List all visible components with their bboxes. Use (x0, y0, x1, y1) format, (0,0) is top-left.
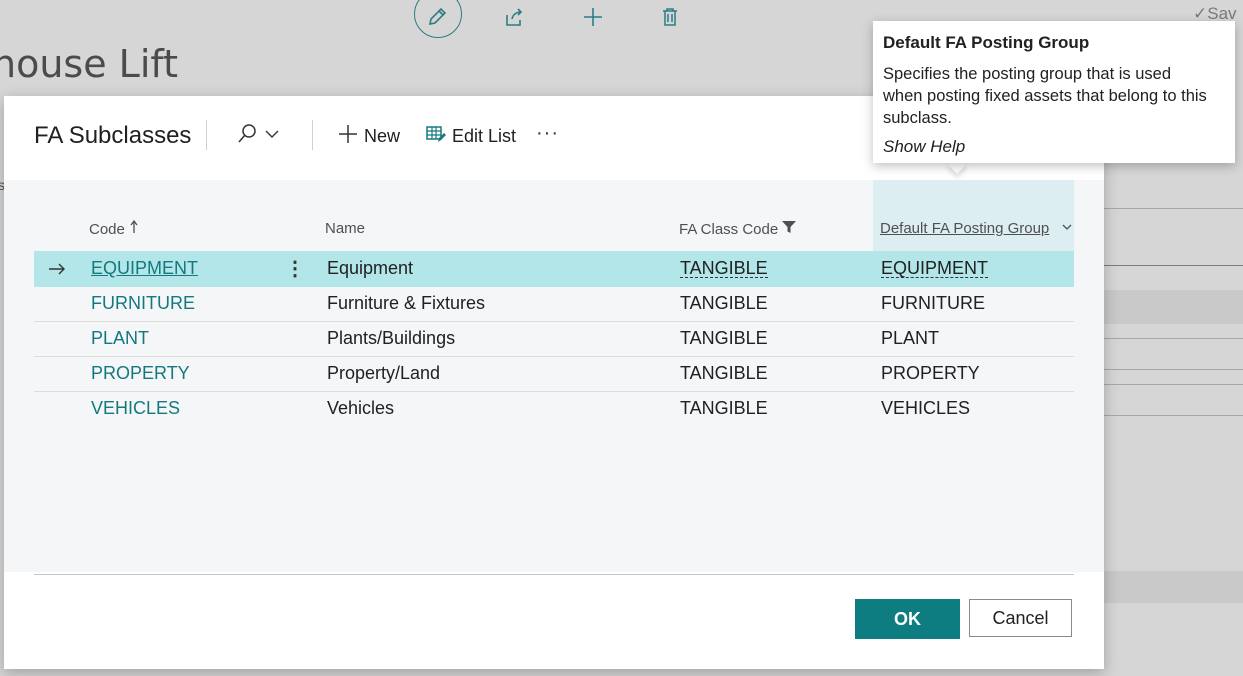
table-row[interactable]: PROPERTY Property/Land TANGIBLE PROPERTY (34, 356, 1074, 392)
search-button[interactable] (236, 123, 280, 150)
background-divider (1104, 338, 1243, 339)
background-divider (1104, 208, 1243, 209)
column-header-name[interactable]: Name (325, 220, 365, 237)
ok-button[interactable]: OK (855, 599, 960, 639)
fa-class-code-cell: TANGIBLE (680, 293, 768, 313)
background-band (1104, 290, 1243, 324)
column-header-fa-class-code[interactable]: FA Class Code (679, 220, 797, 238)
posting-group-cell: VEHICLES (881, 398, 971, 418)
dialog-title: FA Subclasses (34, 122, 192, 149)
cancel-button[interactable]: Cancel (969, 599, 1072, 637)
edit-icon[interactable] (420, 0, 454, 34)
divider (206, 120, 207, 150)
background-divider (1104, 384, 1243, 385)
fa-subclasses-dialog: FA Subclasses New Edit List ··· Code Nam… (4, 96, 1104, 669)
posting-group-cell[interactable]: EQUIPMENT (881, 259, 989, 278)
background-divider (1104, 265, 1243, 266)
sort-ascending-icon (129, 219, 139, 238)
table-row[interactable]: FURNITURE Furniture & Fixtures TANGIBLE … (34, 286, 1074, 322)
name-cell: Property/Land (327, 363, 441, 383)
posting-group-cell: FURNITURE (881, 293, 985, 313)
share-icon[interactable] (497, 0, 531, 34)
background-divider (1104, 369, 1243, 370)
table-row[interactable]: PLANT Plants/Buildings TANGIBLE PLANT (34, 321, 1074, 357)
background-page-title: house Lift (0, 42, 179, 86)
code-link[interactable]: PROPERTY (91, 363, 190, 384)
fa-class-code-cell[interactable]: TANGIBLE (680, 259, 768, 278)
chevron-down-icon (264, 126, 280, 147)
edit-list-icon (426, 124, 446, 149)
code-link[interactable]: FURNITURE (91, 293, 195, 314)
name-cell: Plants/Buildings (327, 328, 456, 348)
posting-group-cell: PROPERTY (881, 363, 980, 383)
background-divider (1104, 415, 1243, 416)
search-icon (236, 123, 258, 150)
column-header-default-fa-posting-group[interactable]: Default FA Posting Group (880, 220, 1073, 237)
tooltip-body: Specifies the posting group that is used… (883, 65, 1207, 127)
arrow-right-icon (48, 251, 66, 286)
column-header-code[interactable]: Code (89, 219, 139, 238)
edit-list-button[interactable]: Edit List (426, 124, 516, 148)
name-cell: Furniture & Fixtures (327, 293, 486, 313)
fa-class-code-cell: TANGIBLE (680, 328, 768, 348)
posting-group-cell: PLANT (881, 328, 940, 348)
new-button[interactable]: New (338, 124, 400, 148)
tooltip-title: Default FA Posting Group (883, 33, 1090, 52)
filter-icon (782, 220, 797, 238)
plus-icon (338, 124, 358, 149)
name-cell: Vehicles (327, 398, 395, 418)
code-link[interactable]: PLANT (91, 328, 149, 349)
plus-icon[interactable] (576, 0, 610, 34)
more-options-button[interactable]: ··· (536, 122, 559, 145)
fa-class-code-cell: TANGIBLE (680, 398, 768, 418)
chevron-down-icon[interactable] (1061, 220, 1073, 237)
divider (312, 120, 313, 150)
code-link[interactable]: EQUIPMENT (91, 258, 198, 279)
show-help-link[interactable]: Show Help (883, 137, 965, 157)
new-label: New (364, 125, 401, 146)
divider (34, 574, 1074, 575)
fa-class-code-cell: TANGIBLE (680, 363, 768, 383)
table-row[interactable]: VEHICLES Vehicles TANGIBLE VEHICLES (34, 391, 1074, 426)
table-row[interactable]: EQUIPMENT ⋮ Equipment TANGIBLE EQUIPMENT (34, 251, 1074, 287)
edit-list-label: Edit List (452, 125, 517, 146)
trash-icon[interactable] (653, 0, 687, 34)
help-tooltip: Default FA Posting Group Specifies the p… (873, 21, 1235, 163)
background-band (1104, 571, 1243, 603)
row-actions-icon[interactable]: ⋮ (285, 251, 305, 286)
name-cell: Equipment (327, 258, 414, 278)
code-link[interactable]: VEHICLES (91, 398, 180, 419)
